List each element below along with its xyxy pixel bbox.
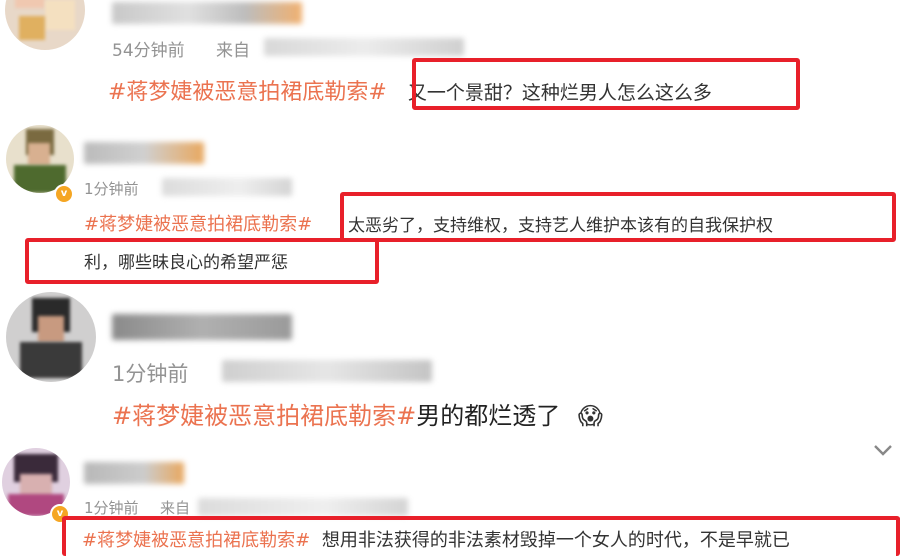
avatar[interactable] (5, 0, 85, 50)
comment-body: #蒋梦婕被恶意拍裙底勒索#男的都烂透了 😱 (112, 396, 603, 431)
comment-source[interactable] (198, 498, 408, 516)
comment-item: v 1分钟前 来自 #蒋梦婕被恶意拍裙底勒索# 想用非法获得的非法素材毁掉一个女… (0, 440, 900, 556)
highlight-box (340, 192, 896, 242)
highlight-box (25, 238, 379, 284)
comment-text: 男的都烂透了 (416, 402, 561, 430)
highlight-box (62, 516, 900, 556)
comment-time: 1分钟前 (84, 499, 139, 517)
scared-face-icon: 😱 (577, 402, 603, 430)
comment-source[interactable] (222, 360, 432, 382)
verified-badge-icon: v (54, 184, 74, 204)
hashtag-link[interactable]: #蒋梦婕被恶意拍裙底勒索# (108, 80, 387, 105)
comment-source-label: 来自 (216, 41, 250, 61)
comment-item: 54分钟前 来自 #蒋梦婕被恶意拍裙底勒索# 又一个景甜？这种烂男人怎么这么多 (0, 0, 900, 110)
avatar[interactable] (6, 125, 74, 193)
username[interactable] (84, 142, 204, 164)
hashtag-link[interactable]: #蒋梦婕被恶意拍裙底勒索# (112, 402, 416, 430)
username[interactable] (112, 314, 292, 340)
username[interactable] (112, 2, 302, 24)
avatar[interactable] (6, 292, 96, 382)
comment-item: v 1分钟前 #蒋梦婕被恶意拍裙底勒索# 太恶劣了，支持维权，支持艺人维护本该有… (0, 120, 900, 290)
comment-source[interactable] (264, 38, 464, 56)
highlight-box (412, 58, 800, 110)
hashtag-link[interactable]: #蒋梦婕被恶意拍裙底勒索# (84, 210, 312, 236)
comment-time: 54分钟前 (112, 41, 185, 61)
comment-source[interactable] (162, 178, 292, 196)
comment-item: 1分钟前 #蒋梦婕被恶意拍裙底勒索#男的都烂透了 😱 (0, 288, 900, 443)
comment-time: 1分钟前 (84, 180, 139, 198)
comment-time: 1分钟前 (112, 362, 189, 386)
comment-source-label: 来自 (160, 499, 191, 517)
username[interactable] (84, 462, 184, 484)
